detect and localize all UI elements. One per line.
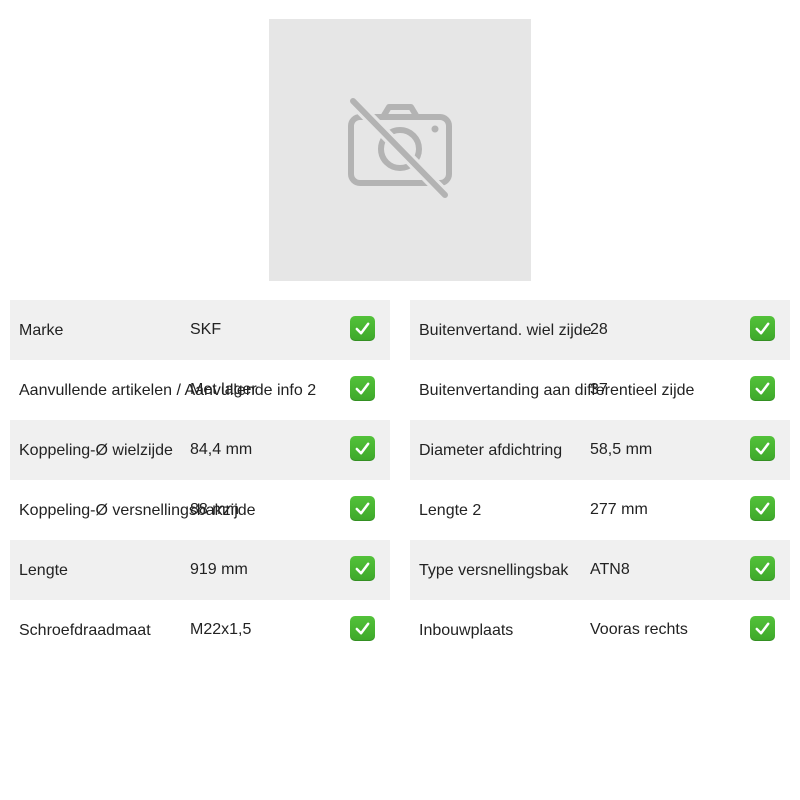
spec-label: Type versnellingsbak [419,562,569,579]
checkmark-icon [350,316,375,341]
checkmark-icon [750,616,775,641]
spec-label: Lengte [19,562,68,579]
checkmark-icon [350,556,375,581]
spec-label: Diameter afdichtring [419,442,563,459]
spec-row: Schroefdraadmaat M22x1,5 [10,600,390,660]
checkmark-icon [750,376,775,401]
spec-row: Koppeling-Ø versnellingsbakzijde 88 mm [10,480,390,540]
spec-value: 919 mm [190,561,248,578]
spec-label: Marke [19,322,64,339]
spec-value: SKF [190,321,222,338]
spec-label: Lengte 2 [419,502,482,519]
spec-row: Buitenvertanding aan differentieel zijde… [410,360,790,420]
spec-label: Buitenvertanding aan differentieel zijde [419,382,695,399]
spec-row: Type versnellingsbak ATN8 [410,540,790,600]
spec-value: 28 [590,321,608,338]
spec-table-right: Buitenvertand. wiel zijde 28 Buitenverta… [410,300,790,660]
spec-value: M22x1,5 [190,621,252,638]
spec-row: Koppeling-Ø wielzijde 84,4 mm [10,420,390,480]
spec-row: Buitenvertand. wiel zijde 28 [410,300,790,360]
spec-row: Marke SKF [10,300,390,360]
checkmark-icon [750,496,775,521]
spec-row: Inbouwplaats Vooras rechts [410,600,790,660]
spec-label: Buitenvertand. wiel zijde [419,322,592,339]
checkmark-icon [350,616,375,641]
spec-value: 277 mm [590,501,648,518]
spec-label: Inbouwplaats [419,622,514,639]
checkmark-icon [350,436,375,461]
spec-value: 84,4 mm [190,441,253,458]
product-image-placeholder [269,19,531,281]
spec-value: Vooras rechts [590,621,688,638]
checkmark-icon [350,376,375,401]
checkmark-icon [750,436,775,461]
spec-label: Schroefdraadmaat [19,622,151,639]
spec-table-left: Marke SKF Aanvullende artikelen / Aanvul… [10,300,390,660]
spec-label: Koppeling-Ø wielzijde [19,442,173,459]
checkmark-icon [750,556,775,581]
spec-row: Diameter afdichtring 58,5 mm [410,420,790,480]
spec-value: ATN8 [590,561,630,578]
no-photo-icon [348,96,452,200]
spec-value: 58,5 mm [590,441,653,458]
spec-row: Lengte 919 mm [10,540,390,600]
spec-value: Met lager [190,381,257,398]
spec-row: Aanvullende artikelen / Aanvullende info… [10,360,390,420]
spec-row: Lengte 2 277 mm [410,480,790,540]
spec-value: 88 mm [190,501,239,518]
checkmark-icon [350,496,375,521]
spec-value: 37 [590,381,608,398]
checkmark-icon [750,316,775,341]
spec-label: Aanvullende artikelen / Aanvullende info… [19,382,317,399]
